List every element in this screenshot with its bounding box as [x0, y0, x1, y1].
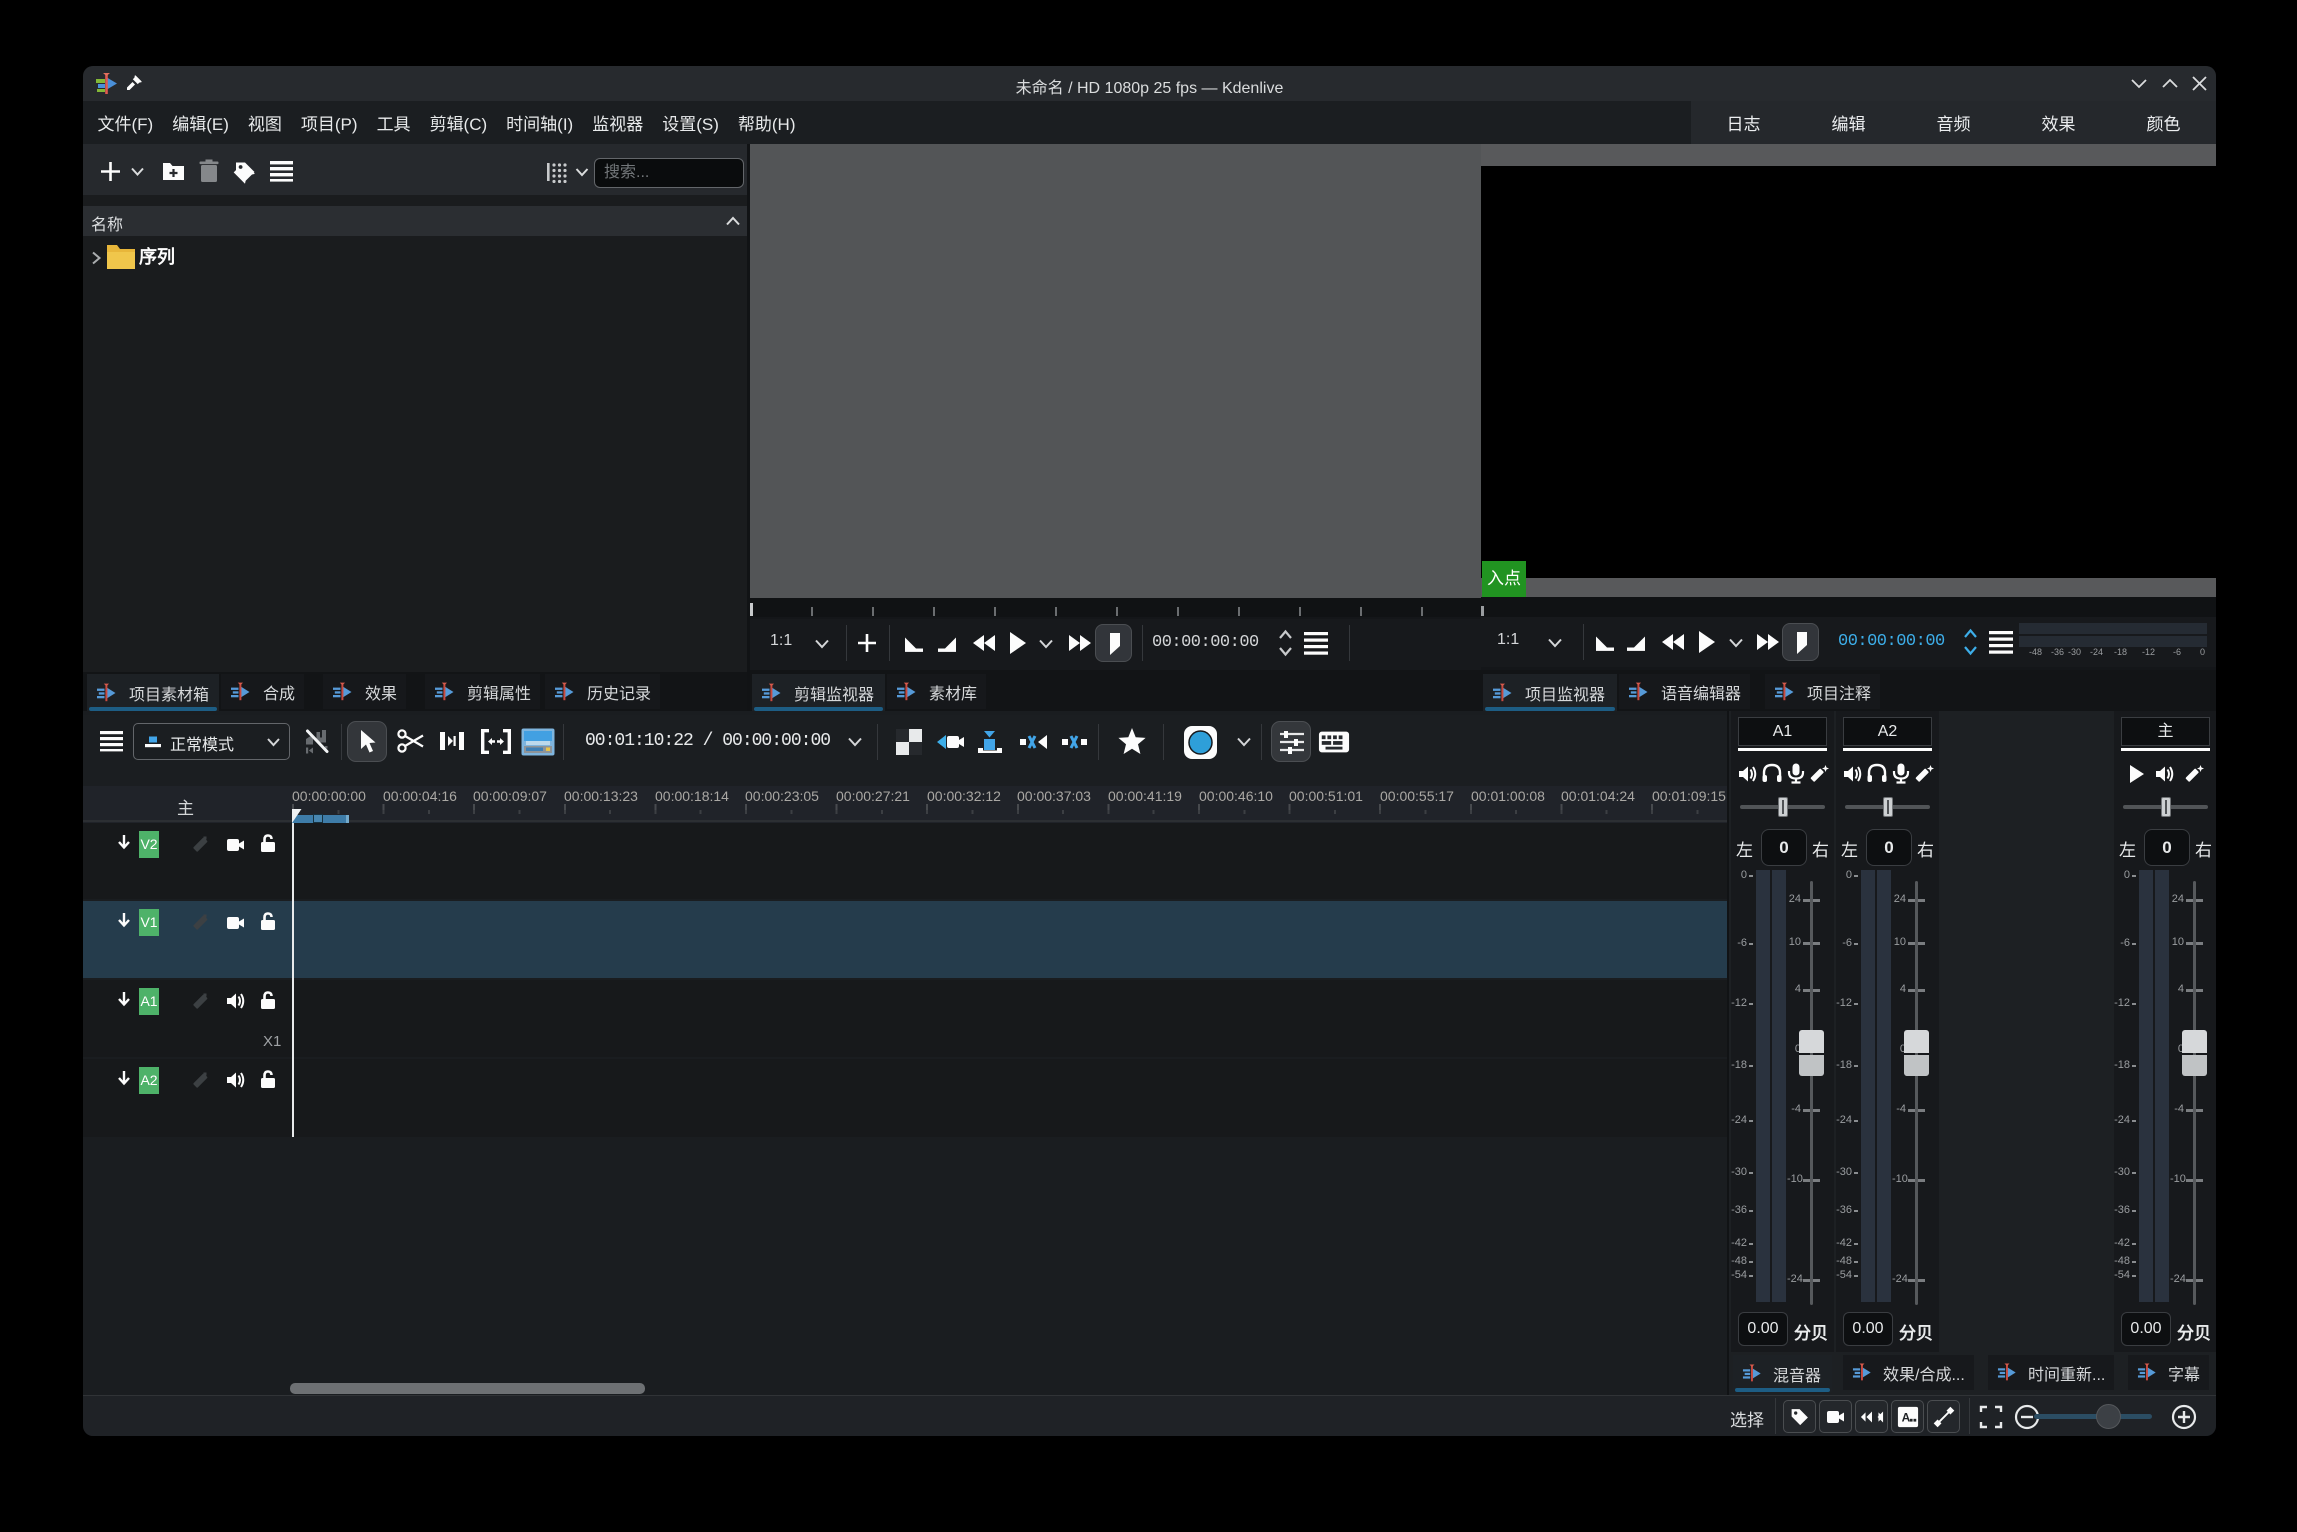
svg-text:A: A	[1901, 1410, 1910, 1424]
